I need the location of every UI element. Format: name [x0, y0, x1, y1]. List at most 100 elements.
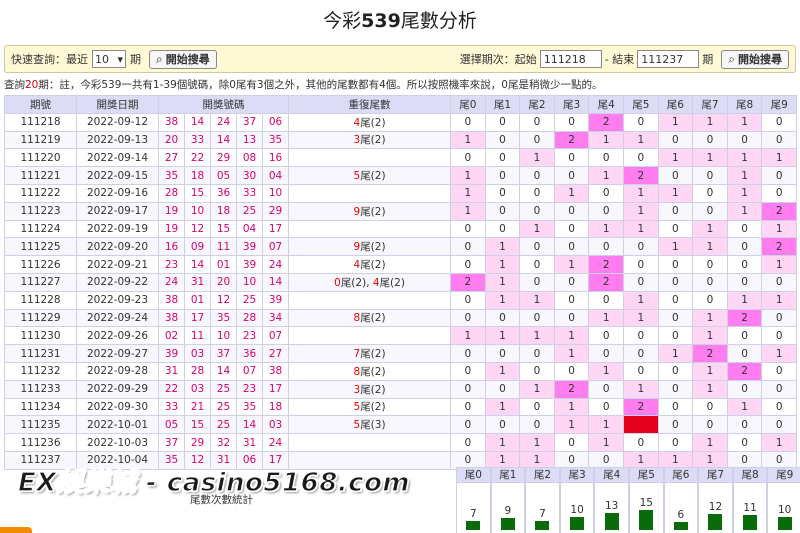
date-cell: 2022-09-29	[76, 379, 159, 399]
table-row: 111234 2022-09-30 33 21 25 35 18 5尾(2) 0 1 0 1 0 2 0 0 1…	[4, 397, 797, 417]
number-cell: 10	[184, 201, 211, 221]
tail-count-cell: 1	[726, 148, 763, 168]
period-cell: 111232	[4, 361, 77, 381]
tail-count-cell: 0	[553, 272, 590, 292]
stat-bar	[673, 522, 688, 530]
tail-count-cell: 1	[726, 290, 763, 310]
number-cell: 22	[158, 379, 185, 399]
period-cell: 111229	[4, 308, 77, 328]
number-cell: 14	[184, 255, 211, 274]
tail-count-cell: 1	[450, 130, 486, 150]
tail-count-cell: 0	[588, 326, 624, 346]
number-cell: 25	[210, 415, 237, 435]
stat-value-label: 15	[639, 497, 653, 509]
end-period-input[interactable]: 111237	[637, 50, 700, 68]
tail-count-cell: 1	[450, 183, 486, 203]
tail-count-cell: 1	[553, 397, 590, 417]
table-row: 111225 2022-09-20 16 09 11 39 07 9尾(2) 0 1 0 0 0 0 1 1 0…	[4, 237, 797, 257]
number-cell: 03	[184, 344, 211, 363]
number-cell: 24	[261, 255, 290, 274]
repeat-cell	[288, 183, 452, 203]
tail-count-cell: 0	[692, 397, 728, 417]
tail-count-cell: 1	[484, 290, 521, 310]
tail-count-cell: 0	[657, 433, 694, 452]
tail-count-cell: 2	[623, 397, 659, 417]
number-cell: 25	[236, 201, 263, 221]
number-cell: 12	[210, 290, 237, 310]
tail-count-cell: 0	[761, 397, 797, 417]
number-cell: 31	[184, 272, 211, 292]
period-cell: 111221	[4, 166, 77, 185]
tail-count-cell: 0	[450, 237, 486, 257]
tail-count-cell: 1	[519, 379, 555, 399]
watermark: EX娛樂城 - casino5168.com	[17, 467, 411, 498]
repeat-text: 尾(2)	[379, 276, 405, 289]
date-cell: 2022-10-01	[76, 415, 159, 435]
tail-count-cell: 1	[519, 219, 555, 239]
tail-count-cell: 1	[553, 183, 590, 203]
tail-count-cell: 1	[519, 433, 555, 452]
tail-count-cell: 1	[657, 237, 694, 257]
search-bar: 快速查詢：最近 10 ▾ 期 ⌕ 開始搜尋 選擇期次：起始 111218 - 結束 …	[4, 45, 796, 73]
tail-count-cell: 0	[450, 219, 486, 239]
tail-count-cell: 0	[692, 290, 728, 310]
tail-count-cell: 1	[726, 166, 763, 185]
col-tail: 尾9	[761, 95, 797, 114]
tail-count-cell: 2	[553, 379, 590, 399]
range-search-button[interactable]: ⌕ 開始搜尋	[721, 49, 789, 69]
stat-cell: 11	[732, 483, 768, 533]
recent-count-select[interactable]: 10 ▾	[92, 50, 126, 68]
tail-count-cell: 1	[657, 344, 694, 363]
tail-count-cell: 0	[553, 237, 590, 257]
repeat-cell: 4尾(2)	[288, 112, 452, 132]
query-note: 查詢20期：註，今彩539一共有1-39個號碼，除0尾有3個之外，其他的尾數都有…	[4, 79, 603, 91]
tail-count-cell: 1	[657, 183, 694, 203]
tail-count-cell: 0	[692, 130, 728, 150]
table-row: 111236 2022-10-03 37 29 32 31 24 0 1 1 0 1 0 0 1 0 1	[4, 433, 797, 452]
tail-count-cell: 0	[761, 166, 797, 185]
tail-count-cell: 0	[519, 344, 555, 363]
tail-count-cell: 0	[692, 415, 728, 435]
tail-count-cell: 1	[553, 255, 590, 274]
tail-count-cell: 0	[588, 183, 624, 203]
tail-count-cell: 0	[726, 415, 763, 435]
number-cell: 29	[210, 148, 237, 168]
tail-count-cell: 1	[623, 201, 659, 221]
tail-count-cell: 0	[657, 361, 694, 381]
tail-count-cell: 0	[484, 344, 521, 363]
stat-value-label: 7	[539, 508, 546, 520]
tail-count-cell: 0	[450, 255, 486, 274]
period-cell: 111235	[4, 415, 77, 435]
tail-count-cell: 1	[692, 379, 728, 399]
number-cell: 16	[261, 148, 290, 168]
col-tail: 尾5	[623, 95, 659, 114]
number-cell: 25	[210, 379, 237, 399]
tail-count-cell: 0	[450, 112, 486, 132]
repeat-text: 尾(2)	[360, 134, 386, 147]
tail-count-cell: 0	[692, 183, 728, 203]
period-cell: 111222	[4, 183, 77, 203]
tail-count-cell: 0	[726, 237, 763, 257]
stat-cell: 12	[698, 483, 733, 533]
stat-cell: 7	[525, 483, 560, 533]
tail-count-cell: 0	[588, 290, 624, 310]
tail-count-cell: 1	[484, 326, 521, 346]
number-cell: 09	[184, 237, 211, 257]
quick-search-button[interactable]: ⌕ 開始搜尋	[149, 49, 217, 69]
number-cell: 23	[236, 326, 263, 346]
tail-count-cell: 0	[553, 148, 590, 168]
number-cell: 25	[236, 290, 263, 310]
stat-cell: 13	[594, 483, 629, 533]
tail-count-cell: 0	[657, 130, 694, 150]
repeat-text: 尾(2)	[360, 365, 386, 378]
quick-unit: 期	[130, 53, 141, 66]
date-cell: 2022-10-03	[76, 433, 159, 452]
tail-count-cell: 1	[553, 415, 590, 435]
tail-count-cell: 2	[588, 112, 624, 132]
start-period-input[interactable]: 111218	[539, 50, 602, 68]
repeat-cell: 3尾(2)	[288, 130, 452, 150]
table-row: 111221 2022-09-15 35 18 05 30 04 5尾(2) 1 0 0 0 1 2 0 0 1…	[4, 166, 797, 185]
number-cell: 10	[261, 183, 290, 203]
tail-count-cell: 1	[726, 183, 763, 203]
table-row: 111219 2022-09-13 20 33 14 13 35 3尾(2) 1 0 0 2 1 1 0 0 0…	[4, 130, 797, 150]
